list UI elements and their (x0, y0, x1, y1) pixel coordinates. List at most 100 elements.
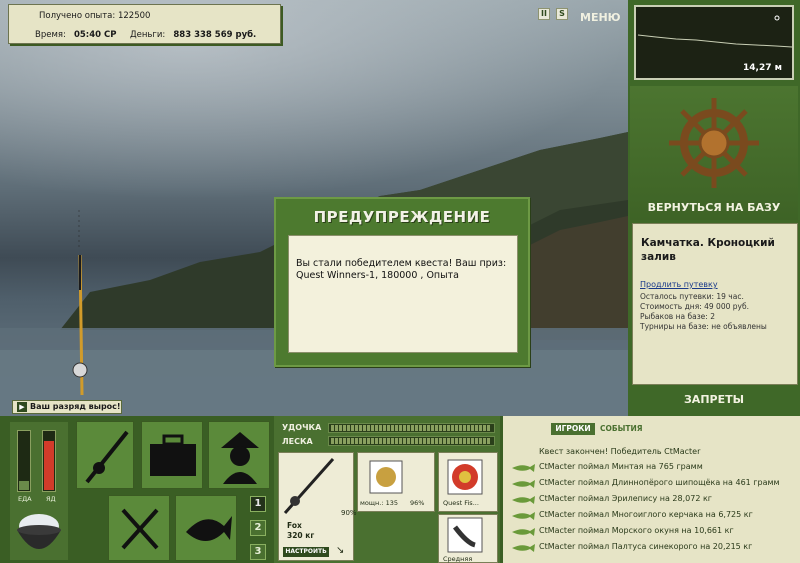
tension-segment (347, 438, 350, 444)
fish-icon (510, 543, 536, 553)
reel-card[interactable]: мощн.: 135 96% (357, 452, 435, 512)
reel-power: мощн.: 135 (360, 499, 398, 507)
tension-segment (339, 438, 342, 444)
tension-segment (351, 425, 354, 431)
lure-card[interactable]: Средняя (438, 514, 498, 563)
tension-segment (371, 425, 374, 431)
tension-segment (439, 438, 442, 444)
tension-segment (335, 438, 338, 444)
tension-segment (419, 438, 422, 444)
rods-tile[interactable] (76, 421, 134, 489)
tension-segment (475, 438, 478, 444)
tackle-box-icon (150, 434, 196, 476)
tournaments-status: Турниры на базе: не объявлены (640, 322, 767, 331)
tension-segment (471, 425, 474, 431)
feed-row: CtMacter поймал Эрилепису на 28,072 кг (539, 494, 712, 503)
tension-segment (383, 438, 386, 444)
page-2-button[interactable]: 2 (250, 520, 266, 536)
fish-tile[interactable] (175, 495, 237, 561)
tension-segment (363, 438, 366, 444)
tackle-box-tile[interactable] (141, 421, 203, 489)
experience-label: Получено опыта: (39, 11, 116, 21)
location-title: Камчатка. Кроноцкий залив (641, 237, 775, 263)
food-label: ЕДА (18, 495, 32, 503)
tension-segment (435, 438, 438, 444)
feed-row: CtMacter поймал Длиннопёрого шипощёка на… (539, 478, 780, 487)
base-panel (630, 86, 798, 220)
tension-segment (371, 438, 374, 444)
player-stats-panel: Получено опыта: 122500 Время: 05:40 СР Д… (8, 4, 281, 44)
tension-segment (399, 425, 402, 431)
rod-label: УДОЧКА (282, 423, 322, 432)
warning-dialog: ПРЕДУПРЕЖДЕНИЕ Вы стали победителем квес… (274, 197, 530, 367)
tension-segment (415, 425, 418, 431)
arrow-down-right-icon: ↘ (336, 545, 345, 556)
rank-notice[interactable]: ▶ Ваш разряд вырос! (12, 400, 122, 414)
cauldron-icon[interactable] (12, 508, 66, 560)
fish-icon (510, 511, 536, 521)
tension-segment (407, 425, 410, 431)
setup-button[interactable]: НАСТРОИТЬ (283, 547, 329, 557)
tab-players[interactable]: ИГРОКИ (551, 423, 595, 435)
day-cost: Стоимость дня: 49 000 руб. (640, 302, 749, 311)
bans-button[interactable]: ЗАПРЕТЫ (630, 393, 798, 406)
poison-label: ЯД (46, 495, 56, 503)
feed-row: CtMacter поймал Морского окуня на 10,661… (539, 526, 734, 535)
tension-segment (359, 425, 362, 431)
lure-name: Средняя (443, 555, 473, 563)
experience-row: Получено опыта: 122500 (39, 11, 150, 21)
food-tile[interactable] (108, 495, 170, 561)
experience-value: 122500 (117, 11, 151, 21)
tension-segment (415, 438, 418, 444)
fish-icon (510, 495, 536, 505)
line-spool-icon (447, 459, 483, 495)
page-1-button[interactable]: 1 (250, 496, 266, 512)
tension-segment (487, 438, 490, 444)
tension-segment (387, 425, 390, 431)
tension-segment (447, 438, 450, 444)
ship-wheel-icon[interactable] (630, 86, 798, 202)
tension-segment (475, 425, 478, 431)
food-bar (17, 430, 31, 492)
return-to-base-button[interactable]: ВЕРНУТЬСЯ НА БАЗУ (630, 201, 798, 214)
line-card[interactable]: Quest Fis... (438, 452, 498, 512)
tension-segment (467, 425, 470, 431)
line-tension-bar (328, 436, 495, 446)
character-tile[interactable] (208, 421, 270, 489)
fish-icon (510, 479, 536, 489)
fish-icon (186, 516, 232, 541)
tension-segment (455, 438, 458, 444)
tension-segment (439, 425, 442, 431)
line-label: ЛЕСКА (282, 437, 313, 446)
tension-segment (447, 425, 450, 431)
sound-button[interactable]: S (556, 8, 568, 20)
tension-segment (379, 425, 382, 431)
tension-segment (403, 425, 406, 431)
knife-fork-icon (121, 508, 159, 550)
dialog-message: Вы стали победителем квеста! Ваш приз: Q… (296, 258, 507, 281)
tension-segment (411, 438, 414, 444)
page-3-button[interactable]: 3 (250, 544, 266, 560)
pause-button[interactable]: II (538, 8, 550, 20)
tension-segment (387, 438, 390, 444)
rod-card[interactable]: 90% Fox 320 кг НАСТРОИТЬ ↘ (278, 452, 357, 561)
tension-segment (335, 425, 338, 431)
rod-durability: 90% (341, 509, 357, 517)
money-value: 883 338 569 руб. (173, 30, 257, 40)
tension-segment (467, 438, 470, 444)
extend-permit-link[interactable]: Продлить путевку (640, 280, 718, 289)
time-money-row: Время: 05:40 СР Деньги: 883 338 569 руб. (35, 30, 256, 40)
tension-segment (347, 425, 350, 431)
tension-segment (331, 425, 334, 431)
feed-row: CtMacter поймал Минтая на 765 грамм (539, 462, 703, 471)
tension-segment (479, 438, 482, 444)
time-label: Время: (35, 30, 66, 40)
tension-segment (479, 425, 482, 431)
tab-events[interactable]: СОБЫТИЯ (600, 423, 643, 435)
feed-row: CtMacter поймал Многоиглого керчака на 6… (539, 510, 753, 519)
tension-segment (411, 425, 414, 431)
tension-segment (431, 438, 434, 444)
rod-tension-bar (328, 423, 495, 433)
fishing-rod-icon (85, 430, 129, 484)
menu-button[interactable]: МЕНЮ (578, 4, 621, 28)
